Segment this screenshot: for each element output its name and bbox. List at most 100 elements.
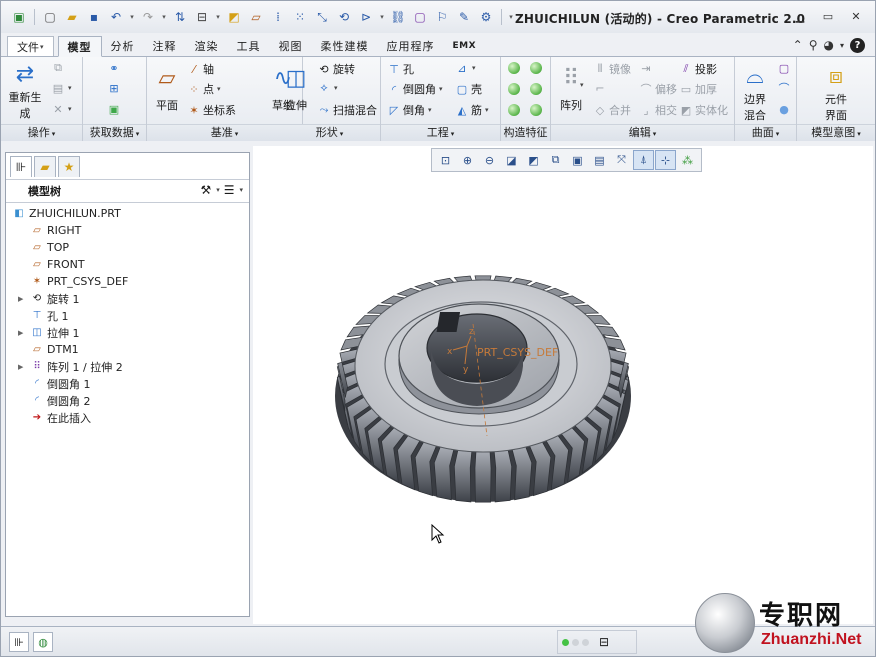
tree-item-part[interactable]: ◧ ZHUICHILUN.PRT (6, 205, 249, 222)
show-navigator-icon[interactable]: ⊪ (9, 632, 29, 652)
tools-icon[interactable]: ✎ (454, 7, 474, 27)
redo-icon[interactable]: ↷ (138, 7, 158, 27)
tree-item-pattern[interactable]: ▶ ⠿ 阵列 1 / 拉伸 2 (6, 358, 249, 375)
mirror-button[interactable]: ⫴ 镜像 (593, 61, 631, 77)
offset-button[interactable]: ⌒ 偏移 (639, 81, 678, 97)
tree-item-hole[interactable]: ⊤ 孔 1 (6, 307, 249, 324)
collapse-ribbon-icon[interactable]: ⌃ (793, 38, 803, 52)
tree-item-front[interactable]: ▱ FRONT (6, 256, 249, 273)
revolve-icon[interactable]: ⟲ (334, 7, 354, 27)
style-button[interactable]: ⌒ (777, 81, 791, 95)
box-icon[interactable]: ▢ (410, 7, 430, 27)
datum-display-icon[interactable]: ⤧ (611, 150, 632, 170)
expand-icon[interactable]: ▶ (18, 295, 26, 303)
regenerate-icon[interactable]: ⇅ (170, 7, 190, 27)
tab-flexible-modeling[interactable]: 柔性建模 (312, 36, 378, 56)
new-icon[interactable]: ▢ (40, 7, 60, 27)
group-label-shapes[interactable]: 形状 ▾ (279, 124, 380, 141)
expand-icon[interactable]: ▶ (18, 329, 26, 337)
construction-button-2[interactable] (508, 83, 542, 95)
tree-item-extrude[interactable]: ▶ ◫ 拉伸 1 (6, 324, 249, 341)
delete-button[interactable]: ✕ ▾ (51, 102, 71, 116)
extend-button[interactable]: ⌐ (593, 81, 607, 95)
tree-item-top[interactable]: ▱ TOP (6, 239, 249, 256)
draft-button[interactable]: ⊿ ▾ (455, 61, 475, 75)
saved-views-icon[interactable]: ⧉ (545, 150, 566, 170)
group-label-editing[interactable]: 编辑 ▾ (551, 124, 734, 141)
group-label-surfaces[interactable]: 曲面 ▾ (735, 124, 796, 141)
open-icon[interactable]: ▰ (62, 7, 82, 27)
regenerate-button[interactable]: ⇄ 重新生 成 (7, 59, 43, 121)
csys-icon[interactable]: ⤡ (312, 7, 332, 27)
select-dropdown-icon[interactable]: ▾ (378, 13, 386, 21)
tree-item-round-2[interactable]: ◜ 倒圆角 2 (6, 392, 249, 409)
tree-columns-icon[interactable]: ☰ (224, 183, 235, 197)
display-style-icon[interactable]: ◩ (523, 150, 544, 170)
group-label-engineering[interactable]: 工程 ▾ (381, 124, 500, 141)
windows-dropdown-icon[interactable]: ▾ (214, 13, 222, 21)
chevron-down-icon[interactable]: ▾ (216, 186, 220, 194)
sweep-blend-button[interactable]: ⤳ 扫描混合 (317, 102, 377, 118)
help-icon[interactable]: ? (850, 37, 865, 53)
favorites-tab[interactable]: ★ (58, 156, 80, 177)
round-button[interactable]: ◜ 倒圆角 ▾ (387, 81, 443, 97)
tab-render[interactable]: 渲染 (186, 36, 228, 56)
point-icon[interactable]: ⁙ (290, 7, 310, 27)
customize-dropdown-icon[interactable]: ▾ (507, 13, 515, 21)
view-manager-icon[interactable]: ▣ (567, 150, 588, 170)
solidify-button[interactable]: ◩ 实体化 (679, 102, 728, 118)
minimize-icon[interactable]: ▁ (789, 7, 811, 25)
construction-button-3[interactable] (508, 104, 542, 116)
close-window-icon[interactable]: ◩ (224, 7, 244, 27)
zoom-in-icon[interactable]: ⊕ (457, 150, 478, 170)
point-display-icon[interactable]: ⁂ (677, 150, 698, 170)
user-defined-feature-button[interactable]: ⚭ (107, 61, 121, 75)
tab-emx[interactable]: EMX (444, 36, 486, 56)
tree-item-revolve[interactable]: ▶ ⟲ 旋转 1 (6, 290, 249, 307)
thicken-button[interactable]: ▭ 加厚 (679, 81, 717, 97)
copy-geometry-button[interactable]: ⊞ (107, 81, 121, 95)
redo-dropdown-icon[interactable]: ▾ (160, 13, 168, 21)
freestyle-button[interactable]: ● (777, 102, 791, 116)
intersect-button[interactable]: ⌟ 相交 (639, 102, 677, 118)
undo-icon[interactable]: ↶ (106, 7, 126, 27)
sweep-button[interactable]: ⟡ ▾ (317, 81, 337, 95)
revolve-button[interactable]: ⟲ 旋转 (317, 61, 355, 77)
chevron-down-icon[interactable]: ▾ (840, 41, 844, 50)
plane-icon[interactable]: ▱ (246, 7, 266, 27)
point-button[interactable]: ⁘ 点 ▾ (187, 81, 220, 97)
trim-button[interactable]: ⇥ (639, 61, 653, 75)
axis-icon[interactable]: ⁞ (268, 7, 288, 27)
tab-applications[interactable]: 应用程序 (378, 36, 444, 56)
undo-dropdown-icon[interactable]: ▾ (128, 13, 136, 21)
rib-button[interactable]: ◭ 筋 ▾ (455, 102, 489, 118)
tree-item-right[interactable]: ▱ RIGHT (6, 222, 249, 239)
tree-item-round-1[interactable]: ◜ 倒圆角 1 (6, 375, 249, 392)
extrude-button[interactable]: ◫ 拉伸 (279, 63, 313, 113)
flag-icon[interactable]: ⚐ (432, 7, 452, 27)
shell-button[interactable]: ▢ 壳 (455, 81, 482, 97)
save-icon[interactable]: ▪ (84, 7, 104, 27)
hole-button[interactable]: ⊤ 孔 (387, 61, 414, 77)
community-icon[interactable]: ◕ (824, 38, 834, 52)
chamfer-button[interactable]: ◸ 倒角 ▾ (387, 102, 432, 118)
spin-center-icon[interactable]: ⊹ (655, 150, 676, 170)
show-browser-icon[interactable]: ◍ (33, 632, 53, 652)
boundary-blend-button[interactable]: ⌓ 边界 混合 (737, 61, 773, 123)
zoom-out-icon[interactable]: ⊖ (479, 150, 500, 170)
tab-view[interactable]: 视图 (270, 36, 312, 56)
component-interface-button[interactable]: ⧈ 元件 界面 (815, 61, 857, 123)
fill-button[interactable]: ▢ (777, 61, 791, 75)
repaint-icon[interactable]: ◪ (501, 150, 522, 170)
windows-icon[interactable]: ⊟ (192, 7, 212, 27)
paste-button[interactable]: ▤ ▾ (51, 81, 72, 95)
shrinkwrap-button[interactable]: ▣ (107, 102, 121, 116)
project-button[interactable]: ⫽ 投影 (679, 61, 717, 77)
maximize-icon[interactable]: ▭ (817, 7, 839, 25)
tree-item-insert-here[interactable]: ➔ 在此插入 (6, 409, 249, 426)
tab-annotate[interactable]: 注释 (144, 36, 186, 56)
bevel-gear-model[interactable]: x z y PRT_CSYS_DEF (327, 216, 639, 526)
copy-button[interactable]: ⧉ (51, 61, 65, 75)
annotation-display-icon[interactable]: ⍋ (633, 150, 654, 170)
csys-button[interactable]: ✶ 坐标系 (187, 102, 236, 118)
